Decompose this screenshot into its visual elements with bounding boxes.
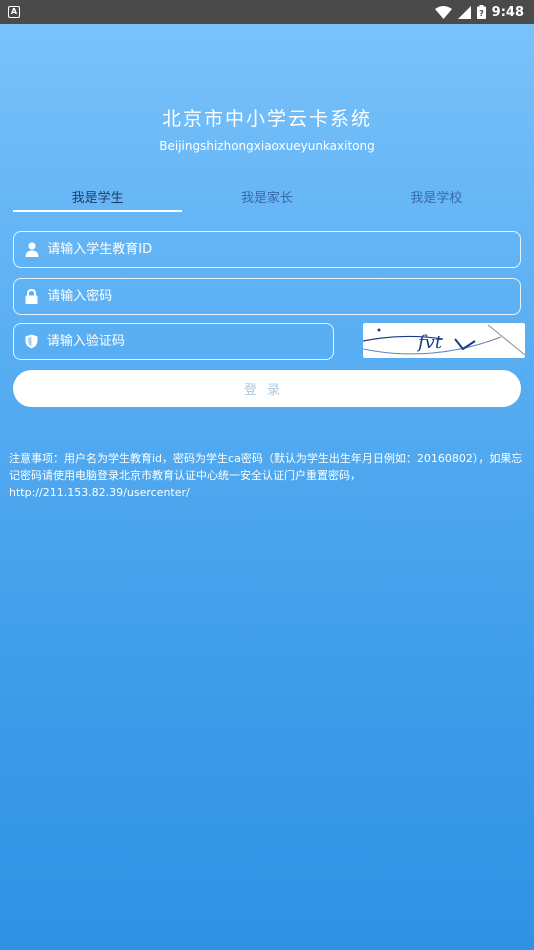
lock-icon xyxy=(24,289,39,305)
status-left: A xyxy=(8,6,20,18)
password-field[interactable] xyxy=(13,278,521,315)
password-input[interactable] xyxy=(47,289,520,304)
login-button[interactable]: 登录 xyxy=(13,370,521,407)
status-right: ? 9:48 xyxy=(434,4,524,20)
captcha-input[interactable] xyxy=(46,334,333,349)
student-id-field[interactable] xyxy=(13,231,521,268)
student-id-input[interactable] xyxy=(47,242,520,257)
tab-student[interactable]: 我是学生 xyxy=(13,180,183,212)
notice-text: 注意事项：用户名为学生教育id，密码为学生ca密码（默认为学生出生年月日例如：2… xyxy=(9,452,523,499)
tab-school[interactable]: 我是学校 xyxy=(352,180,521,212)
tab-parent[interactable]: 我是家长 xyxy=(182,180,351,212)
title-block: 北京市中小学云卡系统 Beijingshizhongxiaoxueyunkaxi… xyxy=(0,104,534,153)
wifi-icon xyxy=(434,5,452,19)
role-tabs: 我是学生 我是家长 我是学校 xyxy=(13,180,521,212)
status-bar: A ? 9:48 xyxy=(0,0,534,24)
captcha-field[interactable] xyxy=(13,323,334,360)
captcha-image[interactable]: fvt xyxy=(363,323,525,358)
status-time: 9:48 xyxy=(491,4,524,20)
app-title: 北京市中小学云卡系统 xyxy=(161,108,372,130)
svg-text:?: ? xyxy=(479,9,484,18)
user-icon xyxy=(24,242,39,258)
app-subtitle: Beijingshizhongxiaoxueyunkaxitong xyxy=(159,139,375,153)
shield-icon xyxy=(24,334,39,350)
battery-icon: ? xyxy=(476,5,486,19)
captcha-text: fvt xyxy=(416,332,443,353)
android-notification-icon: A xyxy=(8,6,20,18)
cell-signal-icon xyxy=(457,5,471,19)
